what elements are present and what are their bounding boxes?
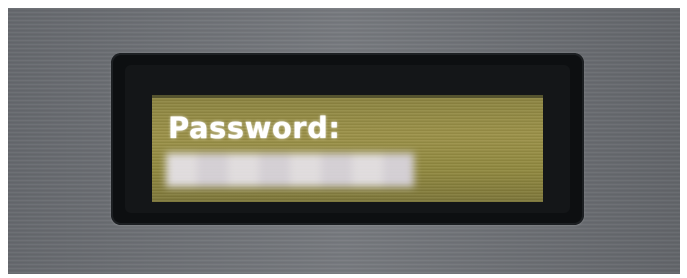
masked-character — [228, 153, 259, 187]
masked-character — [197, 153, 228, 187]
masked-character — [352, 153, 383, 187]
masked-character — [321, 153, 352, 187]
password-input-field[interactable] — [166, 150, 414, 190]
masked-character — [259, 153, 290, 187]
masked-character — [166, 153, 197, 187]
lcd-screen: Password: — [152, 95, 543, 202]
password-prompt-label: Password: — [168, 111, 341, 145]
masked-character — [383, 153, 414, 187]
masked-character — [290, 153, 321, 187]
